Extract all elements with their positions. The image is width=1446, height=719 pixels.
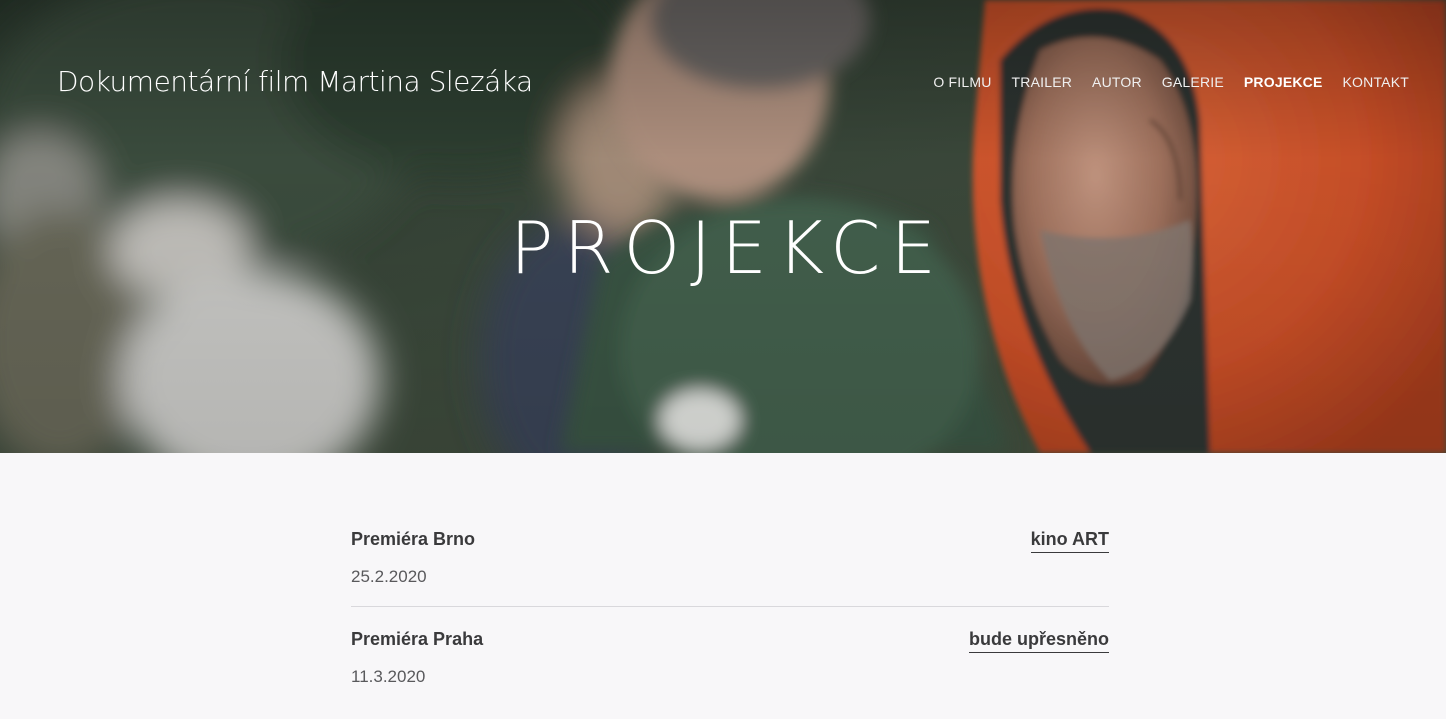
page-heading: PROJEKCE	[510, 206, 946, 290]
nav-item-o-filmu[interactable]: O FILMU	[933, 73, 991, 91]
main-navigation: O FILMU TRAILER AUTOR GALERIE PROJEKCE K…	[933, 73, 1409, 91]
nav-item-kontakt[interactable]: KONTAKT	[1343, 73, 1409, 91]
screening-venue-link[interactable]: bude upřesněno	[968, 628, 1109, 653]
nav-item-galerie[interactable]: GALERIE	[1162, 73, 1224, 91]
site-title-link[interactable]: Dokumentární film Martina Slezáka	[57, 64, 533, 100]
screening-date: 11.3.2020	[351, 667, 426, 686]
screening-name: Premiéra Praha	[351, 629, 484, 649]
nav-item-autor[interactable]: AUTOR	[1092, 73, 1142, 91]
nav-item-trailer[interactable]: TRAILER	[1012, 73, 1073, 91]
screening-date: 25.2.2020	[351, 567, 427, 586]
screenings-list: Premiéra Brno 25.2.2020 kino ART Premiér…	[351, 520, 1109, 719]
screening-name: Premiéra Brno	[351, 529, 476, 549]
screening-venue-link[interactable]: kino ART	[1030, 528, 1109, 553]
screening-item: Premiéra Brno 25.2.2020 kino ART	[351, 520, 1109, 607]
hero-banner: Dokumentární film Martina Slezáka O FILM…	[0, 0, 1446, 453]
screening-item: Premiéra Praha 11.3.2020 bude upřesněno	[351, 620, 1109, 706]
nav-item-projekce[interactable]: PROJEKCE	[1244, 73, 1323, 91]
